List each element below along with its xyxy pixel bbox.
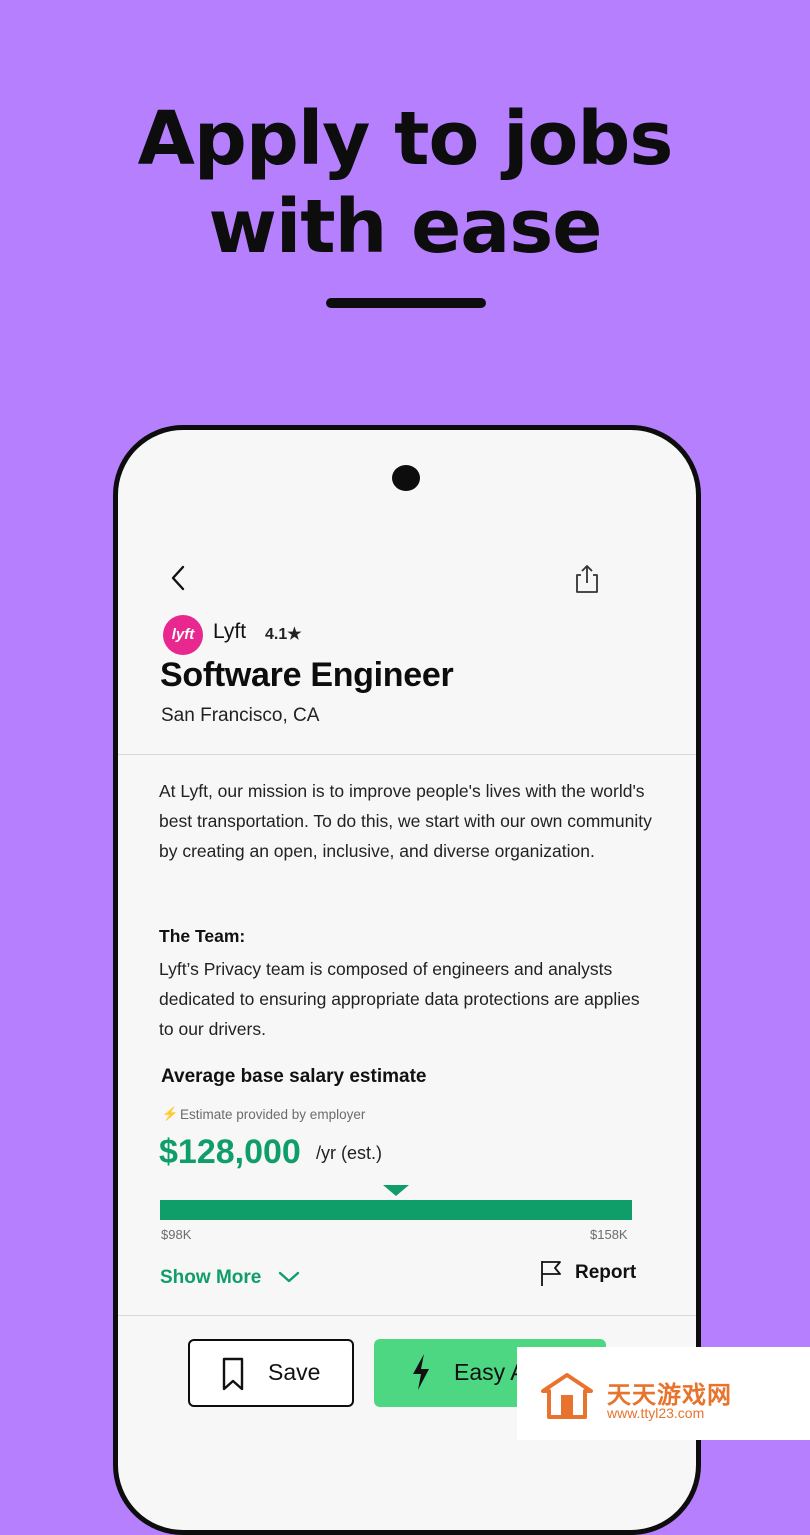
company-name[interactable]: Lyft bbox=[213, 620, 246, 644]
back-icon[interactable] bbox=[166, 563, 190, 593]
footer-divider bbox=[118, 1315, 696, 1316]
headline-underline bbox=[326, 298, 486, 308]
watermark-url: www.ttyl23.com bbox=[607, 1405, 705, 1421]
save-label: Save bbox=[268, 1359, 321, 1385]
flag-icon[interactable] bbox=[539, 1259, 563, 1287]
promo-headline-line1: Apply to jobs bbox=[137, 96, 674, 182]
job-location: San Francisco, CA bbox=[161, 705, 320, 726]
salary-range-min: $98K bbox=[161, 1227, 192, 1242]
salary-unit: /yr (est.) bbox=[316, 1143, 382, 1163]
watermark-logo-icon bbox=[541, 1373, 593, 1419]
header-divider bbox=[118, 754, 696, 755]
company-rating: 4.1★ bbox=[265, 626, 302, 643]
team-description: Lyft’s Privacy team is composed of engin… bbox=[159, 959, 640, 1039]
job-description: At Lyft, our mission is to improve peopl… bbox=[159, 781, 652, 861]
estimate-note: Estimate provided by employer bbox=[180, 1107, 366, 1122]
team-heading: The Team: bbox=[159, 926, 246, 946]
chevron-down-icon[interactable] bbox=[278, 1270, 300, 1284]
salary-range-max: $158K bbox=[590, 1227, 628, 1242]
job-title: Software Engineer bbox=[160, 656, 454, 694]
show-more-button[interactable]: Show More bbox=[160, 1267, 261, 1289]
easy-apply-label: Easy A bbox=[454, 1359, 526, 1385]
company-logo: lyft bbox=[163, 615, 203, 655]
report-button[interactable]: Report bbox=[575, 1262, 636, 1284]
promo-headline: Apply to jobs with ease bbox=[0, 95, 810, 271]
watermark: 天天游戏网 www.ttyl23.com bbox=[517, 1347, 810, 1440]
bolt-icon: ⚡ bbox=[162, 1106, 179, 1121]
bolt-icon bbox=[413, 1354, 429, 1390]
salary-range-bar bbox=[160, 1200, 632, 1220]
camera-hole bbox=[392, 465, 420, 491]
share-icon[interactable] bbox=[572, 563, 602, 595]
bookmark-icon bbox=[222, 1357, 244, 1391]
salary-heading: Average base salary estimate bbox=[161, 1066, 427, 1087]
promo-headline-line2: with ease bbox=[208, 184, 603, 270]
save-button[interactable]: Save bbox=[188, 1339, 354, 1407]
salary-amount: $128,000 bbox=[159, 1133, 301, 1171]
salary-marker bbox=[383, 1185, 409, 1196]
